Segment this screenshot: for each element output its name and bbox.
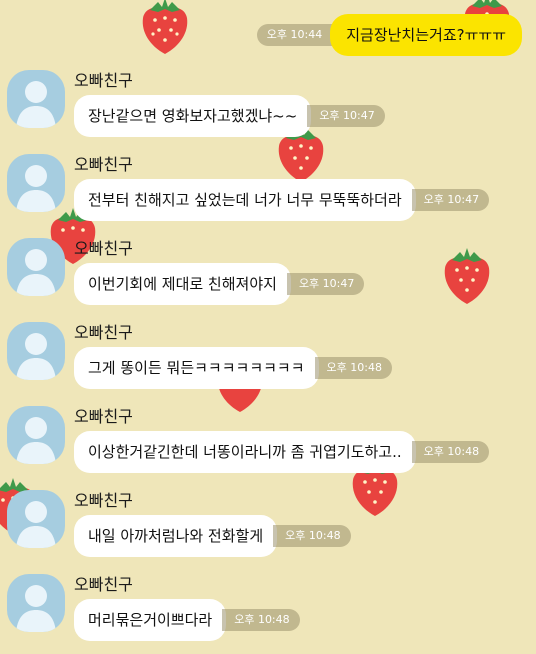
default-profile-icon[interactable] xyxy=(7,322,65,380)
message-bubble[interactable]: 전부터 친해지고 싶었는데 너가 너무 무뚝뚝하더라 xyxy=(74,179,416,221)
default-profile-icon[interactable] xyxy=(7,406,65,464)
sender-name: 오빠친구 xyxy=(74,491,133,510)
sender-name: 오빠친구 xyxy=(74,239,133,258)
default-profile-icon[interactable] xyxy=(7,238,65,296)
message-timestamp: 오후 10:44 xyxy=(256,24,335,46)
message-bubble[interactable]: 이번기회에 제대로 친해져야지 xyxy=(74,263,291,305)
message-bubble[interactable]: 머리묶은거이쁘다라 xyxy=(74,599,227,641)
sender-name: 오빠친구 xyxy=(74,155,133,174)
received-message: 오빠친구 내일 아까처럼나와 전화할게 오후 10:48 xyxy=(0,490,536,570)
chat-message-list[interactable]: 오후 10:44 지금장난치는거죠?ㅠㅠㅠ 오빠친구 장난같으면 영화보자고했겠… xyxy=(0,0,536,647)
received-message: 오빠친구 이번기회에 제대로 친해져야지 오후 10:47 xyxy=(0,238,536,318)
message-timestamp: 오후 10:47 xyxy=(307,105,385,127)
message-timestamp: 오후 10:47 xyxy=(411,189,490,211)
message-bubble[interactable]: 이상한거같긴한데 너똥이라니까 좀 귀엽기도하고.. xyxy=(74,431,416,473)
message-bubble[interactable]: 그게 똥이든 뭐든ㅋㅋㅋㅋㅋㅋㅋㅋ xyxy=(74,347,319,389)
received-message: 오빠친구 그게 똥이든 뭐든ㅋㅋㅋㅋㅋㅋㅋㅋ 오후 10:48 xyxy=(0,322,536,402)
sender-name: 오빠친구 xyxy=(74,575,133,594)
sender-name: 오빠친구 xyxy=(74,407,133,426)
received-message: 오빠친구 장난같으면 영화보자고했겠냐~~ 오후 10:47 xyxy=(0,70,536,150)
message-timestamp: 오후 10:48 xyxy=(314,357,392,379)
received-message: 오빠친구 전부터 친해지고 싶었는데 너가 너무 무뚝뚝하더라 오후 10:47 xyxy=(0,154,536,234)
default-profile-icon[interactable] xyxy=(7,154,65,212)
received-message: 오빠친구 이상한거같긴한데 너똥이라니까 좀 귀엽기도하고.. 오후 10:48 xyxy=(0,406,536,486)
message-bubble[interactable]: 내일 아까처럼나와 전화할게 xyxy=(74,515,278,557)
sender-name: 오빠친구 xyxy=(74,71,133,90)
default-profile-icon[interactable] xyxy=(7,490,65,548)
message-bubble[interactable]: 장난같으면 영화보자고했겠냐~~ xyxy=(74,95,312,137)
message-timestamp: 오후 10:47 xyxy=(286,273,365,295)
message-timestamp: 오후 10:48 xyxy=(411,441,490,463)
message-bubble[interactable]: 지금장난치는거죠?ㅠㅠㅠ xyxy=(330,14,522,56)
default-profile-icon[interactable] xyxy=(7,574,65,632)
default-profile-icon[interactable] xyxy=(7,70,65,128)
received-message: 오빠친구 머리묶은거이쁘다라 오후 10:48 xyxy=(0,574,536,654)
sender-name: 오빠친구 xyxy=(74,323,133,342)
message-timestamp: 오후 10:48 xyxy=(273,525,351,547)
message-timestamp: 오후 10:48 xyxy=(222,609,300,631)
sent-message: 오후 10:44 지금장난치는거죠?ㅠㅠㅠ xyxy=(256,14,522,56)
